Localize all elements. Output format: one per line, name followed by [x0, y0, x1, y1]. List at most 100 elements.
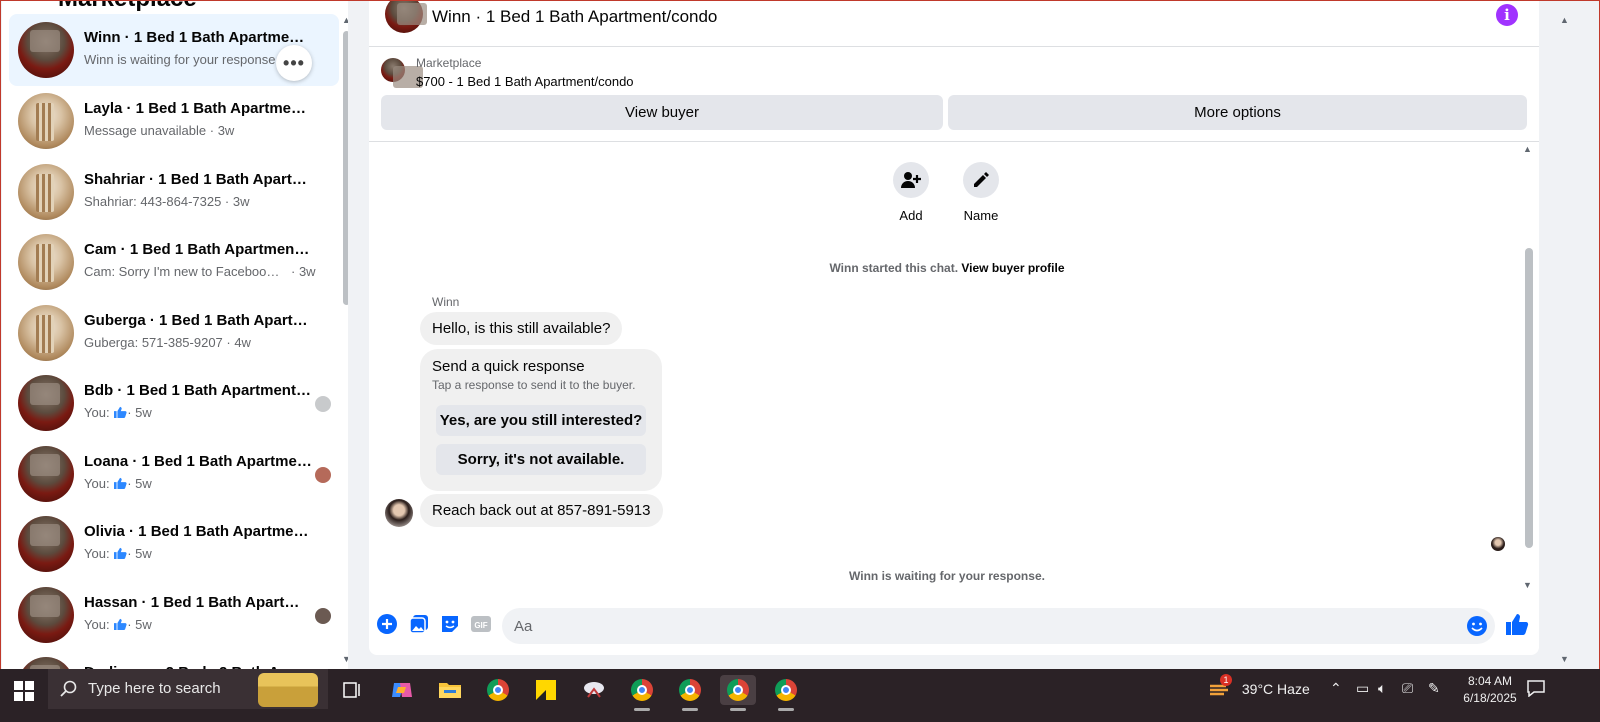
name-chat-action[interactable]: Name — [946, 162, 1016, 223]
chat-title[interactable]: Winn · 1 Bed 1 Bath Apartment/condo — [432, 7, 717, 27]
weather-widget[interactable]: 1 39°C Haze — [1208, 674, 1310, 700]
pen-icon[interactable]: ✎ — [1428, 680, 1440, 697]
read-receipt-avatar — [315, 608, 331, 624]
info-icon[interactable]: i — [1496, 4, 1518, 26]
weather-text: 39°C Haze — [1241, 681, 1310, 697]
chrome-profile-icon[interactable] — [720, 675, 756, 711]
quick-response-card: Send a quick response Tap a response to … — [420, 349, 662, 491]
sidebar-heading: Marketplace — [58, 1, 197, 13]
read-receipt-avatar — [315, 396, 331, 412]
preview-time: · 5w — [127, 476, 152, 491]
listing-title[interactable]: $700 - 1 Bed 1 Bath Apartment/condo — [416, 74, 634, 89]
conversation-item-cam[interactable]: Cam · 1 Bed 1 Bath Apartment/condo Cam: … — [9, 226, 339, 298]
conversation-item-guberga[interactable]: Guberga · 1 Bed 1 Bath Apartment/condo G… — [9, 297, 339, 369]
thumbs-up-icon — [114, 477, 127, 489]
chrome-profile-icon[interactable] — [624, 675, 660, 711]
conversation-title: Layla · 1 Bed 1 Bath Apartment/condo — [84, 100, 312, 117]
scroll-down-arrow[interactable]: ▼ — [1523, 580, 1532, 590]
chat-avatar[interactable] — [385, 1, 427, 33]
sticker-icon[interactable] — [439, 613, 461, 635]
snipping-tool-icon[interactable] — [576, 675, 612, 705]
preview-prefix: You: — [84, 405, 110, 420]
marketplace-label: Marketplace — [416, 56, 482, 70]
search-highlight-image — [258, 673, 318, 707]
conversation-item-layla[interactable]: Layla · 1 Bed 1 Bath Apartment/condo Mes… — [9, 85, 339, 157]
scroll-up-arrow[interactable]: ▲ — [1560, 15, 1569, 25]
file-explorer-icon[interactable] — [432, 675, 468, 705]
message-input[interactable] — [514, 608, 1454, 644]
conversation-item-loana[interactable]: Loana · 1 Bed 1 Bath Apartment/condo You… — [9, 438, 339, 510]
quick-response-subtitle: Tap a response to send it to the buyer. — [432, 378, 636, 392]
view-buyer-profile-link[interactable]: View buyer profile — [961, 261, 1064, 275]
preview-prefix: You: — [84, 476, 110, 491]
task-view-icon[interactable] — [334, 675, 370, 705]
buyer-avatar[interactable] — [385, 499, 413, 527]
conversation-preview: You: · 5w — [84, 546, 316, 561]
search-icon — [60, 680, 77, 697]
pencil-icon — [963, 162, 999, 198]
quick-response-option[interactable]: Yes, are you still interested? — [436, 405, 646, 436]
add-people-action[interactable]: Add — [876, 162, 946, 223]
browser-viewport: Marketplace Winn · 1 Bed 1 Bath Apartmen… — [0, 0, 1600, 682]
scroll-down-arrow[interactable]: ▼ — [1560, 654, 1569, 664]
quick-response-title: Send a quick response — [432, 358, 585, 375]
listing-thumbnail — [18, 375, 74, 431]
conversation-preview: You: · 5w — [84, 476, 316, 491]
quick-response-option[interactable]: Sorry, it's not available. — [436, 444, 646, 475]
weather-badge: 1 — [1220, 674, 1232, 686]
conversation-item-olivia[interactable]: Olivia · 1 Bed 1 Bath Apartment/condo Yo… — [9, 508, 339, 580]
taskbar-search-box[interactable]: Type here to search — [48, 669, 328, 709]
scroll-up-arrow[interactable]: ▲ — [342, 15, 348, 25]
chat-started-notice: Winn started this chat. View buyer profi… — [369, 261, 1525, 275]
chrome-profile-icon[interactable] — [768, 675, 804, 711]
preview-time: · 5w — [127, 617, 152, 632]
photo-icon[interactable] — [408, 613, 430, 635]
volume-icon[interactable]: 🔈︎ — [1378, 680, 1386, 697]
view-buyer-button[interactable]: View buyer — [381, 95, 943, 130]
meet-now-icon[interactable]: ▭ — [1356, 680, 1369, 697]
svg-text:GIF: GIF — [474, 621, 487, 630]
conversation-preview: Cam: Sorry I'm new to Facebook, ... — [84, 264, 284, 279]
windows-start-icon[interactable] — [14, 681, 34, 701]
listing-thumbnail — [18, 516, 74, 572]
emoji-icon[interactable] — [1466, 615, 1488, 637]
message-bubble[interactable]: Reach back out at 857-891-5913 — [420, 494, 663, 527]
sidebar-scrollbar[interactable] — [343, 31, 348, 305]
conversation-time: · 3w — [291, 264, 316, 279]
listing-thumbnail — [18, 164, 74, 220]
conversation-item-hassan[interactable]: Hassan · 1 Bed 1 Bath Apartment/condo Yo… — [9, 579, 339, 651]
thumbs-up-icon[interactable] — [1505, 612, 1529, 636]
conversation-title: Cam · 1 Bed 1 Bath Apartment/condo — [84, 241, 312, 258]
conversation-item-bdb[interactable]: Bdb · 1 Bed 1 Bath Apartment/condo You: … — [9, 367, 339, 439]
action-label: Add — [899, 208, 923, 223]
plus-icon[interactable] — [376, 613, 398, 635]
more-options-button[interactable]: ••• — [276, 45, 312, 81]
notification-icon[interactable] — [1526, 679, 1546, 697]
message-bubble[interactable]: Hello, is this still available? — [420, 312, 623, 345]
gif-icon[interactable]: GIF — [470, 613, 492, 635]
chrome-profile-icon[interactable] — [672, 675, 708, 711]
thumbs-up-icon — [114, 406, 127, 418]
chat-panel: Winn · 1 Bed 1 Bath Apartment/condo i Ma… — [369, 1, 1539, 655]
scroll-down-arrow[interactable]: ▼ — [342, 654, 348, 664]
copilot-icon[interactable] — [384, 675, 420, 705]
waiting-notice: Winn is waiting for your response. — [849, 569, 1045, 583]
read-receipt-avatar — [315, 467, 331, 483]
network-icon[interactable]: ⎚ — [1402, 680, 1413, 697]
chat-scrollbar[interactable] — [1525, 248, 1533, 548]
conversation-item-shahriar[interactable]: Shahriar · 1 Bed 1 Bath Apartment/condo … — [9, 156, 339, 228]
system-clock[interactable]: 8:04 AM 6/18/2025 — [1458, 673, 1522, 707]
more-options-button[interactable]: More options — [948, 95, 1527, 130]
message-input-container — [502, 608, 1495, 644]
window-scrollbar[interactable]: ▲ ▼ — [1557, 1, 1573, 682]
conversation-title: Guberga · 1 Bed 1 Bath Apartment/condo — [84, 312, 312, 329]
conversation-title: Winn · 1 Bed 1 Bath Apartment/condo — [84, 29, 312, 46]
listing-thumbnail — [18, 305, 74, 361]
scroll-up-arrow[interactable]: ▲ — [1523, 144, 1532, 154]
conversation-title: Loana · 1 Bed 1 Bath Apartment/condo — [84, 453, 312, 470]
chrome-icon[interactable] — [480, 675, 516, 705]
conversation-item-winn[interactable]: Winn · 1 Bed 1 Bath Apartment/condo Winn… — [9, 14, 339, 86]
clock-time: 8:04 AM — [1467, 674, 1513, 688]
sticky-notes-icon[interactable] — [528, 675, 564, 705]
chevron-up-icon[interactable]: ⌃ — [1330, 680, 1342, 697]
